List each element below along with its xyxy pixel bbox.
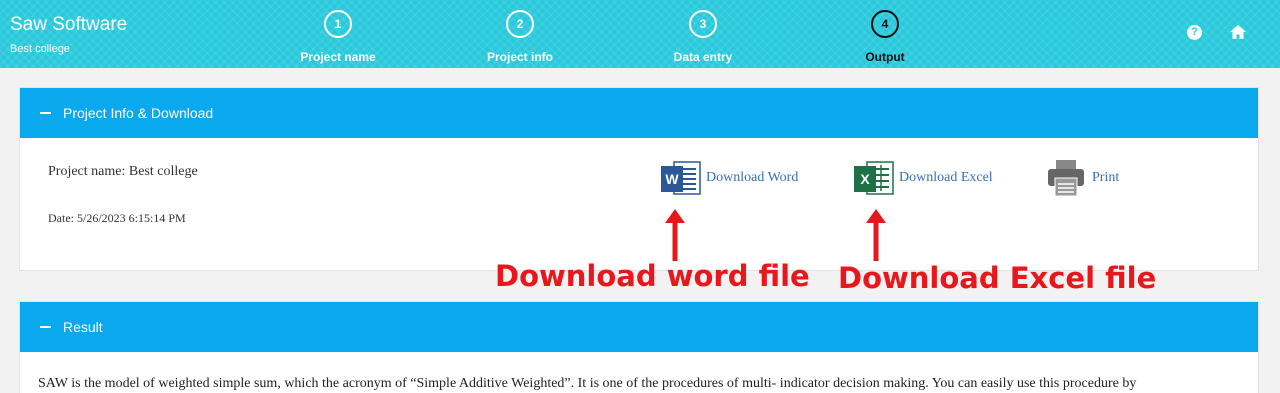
step-number: 3	[689, 10, 717, 38]
top-header: Saw Software Best college 1 Project name…	[0, 0, 1280, 68]
download-excel-link[interactable]: X Download Excel	[853, 158, 993, 198]
excel-file-icon: X	[854, 161, 894, 195]
download-word-link[interactable]: W Download Word	[660, 158, 798, 198]
annotation-word: Download word file	[495, 259, 810, 293]
app-subtitle: Best college	[10, 43, 70, 55]
step-label: Project name	[300, 50, 376, 64]
step-data-entry[interactable]: 3 Data entry	[643, 10, 763, 64]
annotation-excel: Download Excel file	[838, 261, 1157, 295]
result-panel-title: Result	[63, 319, 103, 335]
print-label: Print	[1092, 170, 1120, 185]
step-number: 1	[324, 10, 352, 38]
info-panel-title: Project Info & Download	[63, 105, 214, 121]
print-link[interactable]: Print	[1046, 158, 1119, 198]
download-word-label: Download Word	[706, 170, 799, 185]
step-project-name[interactable]: 1 Project name	[278, 10, 398, 64]
project-name-text: Project name: Best college	[48, 164, 198, 179]
svg-text:W: W	[665, 171, 679, 187]
app-title: Saw Software	[10, 14, 128, 35]
home-icon[interactable]	[1229, 24, 1247, 40]
collapse-icon[interactable]	[40, 326, 51, 329]
step-label: Data entry	[673, 50, 733, 64]
word-file-icon: W	[661, 161, 701, 195]
step-output[interactable]: 4 Output	[825, 10, 945, 64]
step-label: Output	[865, 50, 905, 64]
help-icon[interactable]: ?	[1187, 25, 1202, 40]
step-project-info[interactable]: 2 Project info	[460, 10, 580, 64]
download-excel-label: Download Excel	[899, 170, 993, 185]
step-number: 2	[506, 10, 534, 38]
printer-icon	[1048, 160, 1084, 197]
project-date-text: Date: 5/26/2023 6:15:14 PM	[48, 211, 186, 225]
svg-text:X: X	[860, 171, 870, 187]
arrow-up-icon	[866, 209, 886, 261]
step-label: Project info	[486, 50, 553, 64]
step-number: 4	[871, 10, 899, 38]
result-panel-header[interactable]: Result	[20, 302, 1258, 352]
arrow-up-icon	[665, 209, 685, 261]
result-description: SAW is the model of weighted simple sum,…	[38, 376, 1137, 391]
info-panel-header[interactable]: Project Info & Download	[20, 88, 1258, 138]
collapse-icon[interactable]	[40, 112, 51, 115]
